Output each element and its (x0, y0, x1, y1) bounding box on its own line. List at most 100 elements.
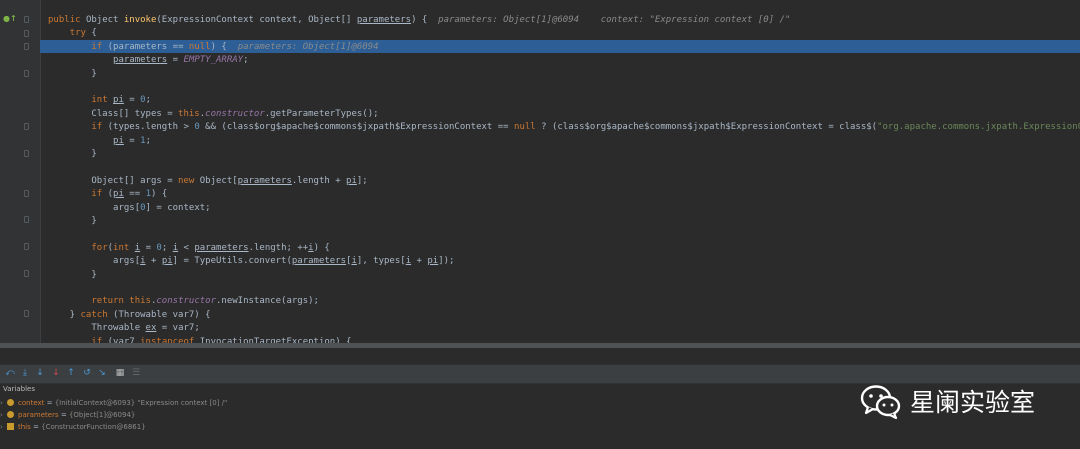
code-token: this (178, 108, 200, 119)
drop-frame-icon[interactable]: ↺ (81, 368, 93, 379)
code-token: if (91, 122, 108, 133)
fold-marker-icon[interactable] (24, 270, 29, 277)
code-line[interactable]: } (48, 68, 1080, 81)
step-out-icon[interactable]: ↑ (65, 368, 77, 379)
expand-arrow-icon[interactable]: › (0, 421, 7, 433)
code-line[interactable]: } catch (Throwable var7) { (48, 309, 1080, 322)
fold-marker-icon[interactable] (24, 16, 29, 23)
step-into-icon[interactable]: ↓ (34, 368, 46, 379)
fold-marker-icon[interactable] (24, 123, 29, 130)
code-line[interactable]: pi = 1; (48, 135, 1080, 148)
variable-row[interactable]: › this = {ConstructorFunction@6861} (0, 421, 146, 433)
code-line[interactable]: for(int i = 0; i < parameters.length; ++… (48, 242, 1080, 255)
code-line[interactable]: Object[] args = new Object[parameters.le… (48, 175, 1080, 188)
code-token: constructor (205, 108, 265, 119)
watermark-text: 星阑实验室 (910, 388, 1036, 417)
code-token: = (140, 242, 157, 253)
code-token: constructor (156, 296, 216, 307)
variable-row[interactable]: › context = {InitialContext@6093} "Expres… (0, 397, 227, 409)
code-token: parameters (113, 55, 168, 66)
run-to-cursor-icon[interactable]: ↘ (96, 368, 108, 379)
code-token: parameters (194, 242, 249, 253)
code-token: ) { (210, 41, 238, 52)
code-token: { (91, 28, 97, 39)
code-line[interactable]: try { (48, 27, 1080, 40)
fold-marker-icon[interactable] (24, 70, 29, 77)
code-line[interactable]: if (types.length > 0 && (class$org$apach… (48, 121, 1080, 134)
code-line[interactable]: if (var7 instanceof InvocationTargetExce… (48, 336, 1080, 343)
code-token: < (178, 242, 195, 253)
code-token: ? (class$org$apache$commons$jxpath$Expre… (535, 122, 878, 133)
code-line[interactable]: } (48, 148, 1080, 161)
variable-name: parameters (18, 411, 59, 419)
code-line[interactable]: Throwable ex = var7; (48, 322, 1080, 335)
code-token: try (69, 28, 92, 39)
variable-name: this (18, 423, 31, 431)
code-token: pi (427, 256, 439, 267)
code-token: for (91, 242, 108, 253)
code-line[interactable]: } (48, 215, 1080, 228)
code-token: ) { (151, 189, 168, 200)
fold-marker-icon[interactable] (24, 190, 29, 197)
code-token: args[ (48, 202, 141, 213)
override-breakpoint-icon[interactable]: ●↑ (3, 14, 17, 23)
code-line[interactable]: public Object invoke(ExpressionContext c… (48, 14, 1080, 27)
code-line[interactable] (48, 282, 1080, 295)
fold-marker-icon[interactable] (24, 310, 29, 317)
variable-row[interactable]: › parameters = {Object[1]@6094} (0, 409, 135, 421)
code-token: && (class$org$apache$commons$jxpath$Expr… (199, 122, 515, 133)
code-line[interactable]: args[0] = context; (48, 202, 1080, 215)
code-token: } (48, 269, 97, 280)
code-token: (Throwable var7) { (113, 309, 211, 320)
code-token: = (123, 135, 141, 146)
code-token: int (91, 95, 114, 106)
code-token: parameters (356, 15, 412, 25)
wechat-icon (860, 385, 901, 419)
code-token: .length; ++ (248, 242, 309, 253)
code-line[interactable] (48, 228, 1080, 241)
step-over-icon[interactable]: ⤓ (19, 368, 31, 379)
code-editor[interactable]: ●↑ public Object invoke(ExpressionContex… (0, 0, 1080, 343)
code-token: ex (145, 323, 157, 334)
fold-marker-icon[interactable] (24, 150, 29, 157)
show-execution-point-icon[interactable]: ⤺ (4, 368, 16, 379)
code-line[interactable] (48, 161, 1080, 174)
parameter-icon (7, 411, 14, 418)
code-line[interactable]: parameters = EMPTY_ARRAY; (48, 54, 1080, 67)
fold-marker-icon[interactable] (24, 43, 29, 50)
code-line[interactable]: int pi = 0; (48, 94, 1080, 107)
code-token: } (48, 149, 97, 159)
expand-arrow-icon[interactable]: › (0, 397, 7, 409)
evaluate-expression-icon[interactable]: ▦ (114, 368, 126, 379)
code-token: ], types[ (356, 256, 406, 267)
code-token: args[ (48, 256, 141, 267)
force-step-into-icon[interactable]: ↓ (50, 368, 62, 379)
code-token: return this (91, 296, 151, 307)
code-token: "org.apache.commons.jxpath.ExpressionCon… (877, 122, 1080, 133)
expand-arrow-icon[interactable]: › (0, 409, 7, 421)
code-token: } (48, 68, 97, 79)
trace-stream-icon[interactable]: ☰ (130, 368, 142, 379)
code-token: .newInstance(args); (216, 296, 319, 307)
code-line[interactable] (48, 81, 1080, 94)
code-line[interactable]: if (pi == 1) { (48, 188, 1080, 201)
code-token: .getParameterTypes(); (264, 108, 379, 119)
code-line[interactable]: if (parameters == null) { parameters: Ob… (48, 41, 1080, 54)
code-token: Object[] args = (48, 175, 179, 186)
editor-gutter[interactable]: ●↑ (0, 0, 41, 343)
code-token: == (123, 189, 146, 200)
inline-debug-hint: parameters: Object[1]@6094 (237, 41, 379, 52)
code-token: (types.length > (107, 122, 195, 133)
code-token: } (48, 309, 81, 320)
fold-marker-icon[interactable] (24, 243, 29, 250)
fold-marker-icon[interactable] (24, 216, 29, 223)
code-token: Throwable (48, 323, 146, 334)
code-line[interactable]: } (48, 269, 1080, 282)
code-line[interactable]: Class[] types = this.constructor.getPara… (48, 108, 1080, 121)
code-line[interactable]: return this.constructor.newInstance(args… (48, 295, 1080, 308)
fold-marker-icon[interactable] (24, 30, 29, 37)
code-line[interactable]: args[i + pi] = TypeUtils.convert(paramet… (48, 255, 1080, 268)
